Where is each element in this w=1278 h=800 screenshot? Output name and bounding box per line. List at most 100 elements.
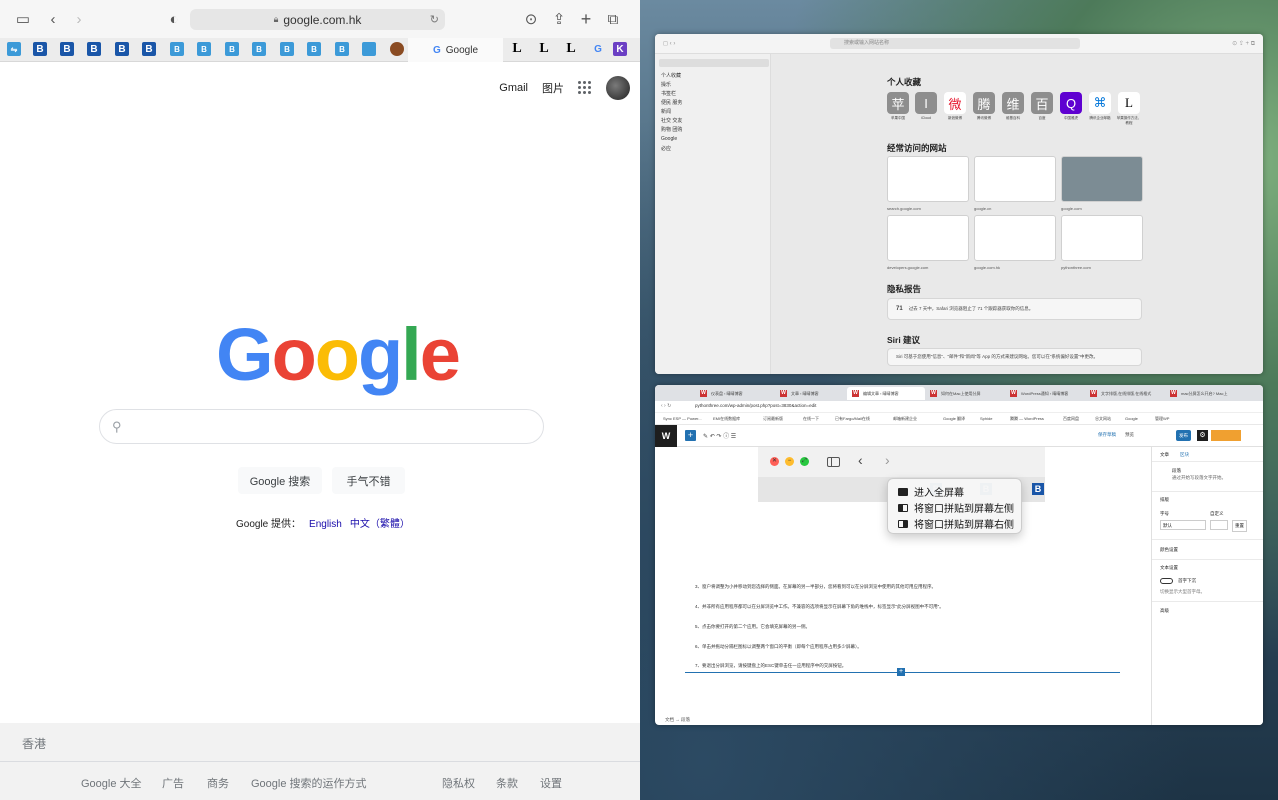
fav-tile[interactable]: 维 — [1002, 92, 1024, 114]
breadcrumb[interactable]: 文档 → 段落 — [665, 717, 690, 723]
back-icon[interactable]: ‹ — [44, 10, 62, 28]
footer-link[interactable]: 设置 — [540, 775, 562, 791]
frequent-thumb[interactable] — [974, 156, 1056, 202]
fav-b[interactable]: B — [280, 42, 294, 56]
fav-b[interactable]: B — [60, 42, 74, 56]
frequent-thumb[interactable] — [974, 215, 1056, 261]
window-controls-icon[interactable]: ◻ ‹ › — [663, 40, 675, 47]
frequent-thumb[interactable] — [1061, 156, 1143, 202]
fav-icon[interactable]: ⇋ — [7, 42, 21, 56]
wordpress-logo-icon[interactable]: W — [655, 425, 677, 447]
fav-tile[interactable]: ⌘ — [1089, 92, 1111, 114]
fav-b[interactable]: B — [142, 42, 156, 56]
publish-button[interactable]: 发布 — [1176, 430, 1191, 441]
bookmark[interactable]: Google — [1125, 416, 1138, 421]
fav-icon[interactable] — [362, 42, 376, 56]
toolbar-icons[interactable]: ⊙ ⇪ + ⧉ — [1232, 40, 1255, 48]
reload-icon[interactable]: ↻ — [430, 13, 439, 26]
search-input[interactable]: ⚲ — [99, 409, 544, 444]
text-settings-heading[interactable]: 文本设置 — [1160, 565, 1178, 571]
sidebar-item[interactable]: 个人收藏 — [661, 72, 681, 79]
nav-icons[interactable]: ‹ › ↻ — [661, 403, 671, 409]
feeling-lucky-button[interactable]: 手气不错 — [332, 467, 405, 494]
chrome-tab[interactable]: 文字排版,在线排版,在线格式 — [1085, 387, 1163, 400]
shield-icon[interactable]: ◐ — [165, 10, 183, 28]
new-tab-icon[interactable]: + — [577, 9, 595, 29]
bookmark[interactable]: 管理WP — [1155, 416, 1169, 422]
fav-tile[interactable]: 微 — [944, 92, 966, 114]
fav-b[interactable]: B — [252, 42, 266, 56]
custom-size-input[interactable] — [1210, 520, 1228, 530]
fav-tile[interactable]: I — [915, 92, 937, 114]
preview-link[interactable]: 预览 — [1125, 432, 1134, 438]
seo-badge[interactable] — [1211, 430, 1241, 441]
bookmark[interactable]: Sphide — [980, 416, 992, 421]
sidebar-item[interactable]: 购物 团购 — [661, 126, 682, 133]
fav-icon[interactable] — [390, 42, 404, 56]
typography-heading[interactable]: 排版 — [1160, 497, 1169, 503]
advanced-heading[interactable]: 高级 — [1160, 608, 1169, 614]
chrome-tab[interactable]: WordPress通知 ‹ 晴晴博客 — [1005, 387, 1085, 400]
forward-icon[interactable]: › — [70, 10, 88, 28]
address-bar[interactable]: 🔒︎ google.com.hk ↻ — [190, 9, 445, 30]
sidebar-item[interactable]: Google — [661, 136, 677, 142]
fav-tile[interactable]: 腾 — [973, 92, 995, 114]
fav-l[interactable]: L — [537, 41, 551, 56]
chrome-tab[interactable]: 文章 ‹ 晴晴博客 — [775, 387, 850, 400]
sidebar-item[interactable]: 社交 交友 — [661, 117, 682, 124]
bookmark[interactable]: 已有Fargo/Mail在线 — [835, 416, 870, 422]
footer-link[interactable]: 隐私权 — [442, 775, 475, 791]
footer-link[interactable]: 商务 — [207, 775, 229, 791]
fav-b[interactable]: B — [335, 42, 349, 56]
address-bar-small[interactable]: 搜索或输入网站名称 — [830, 38, 1080, 49]
sidebar-item[interactable]: 必应 — [661, 145, 671, 152]
add-block-button[interactable]: + — [685, 430, 696, 441]
gmail-link[interactable]: Gmail — [499, 82, 528, 94]
tab-block[interactable]: 区块 — [1180, 452, 1189, 458]
sidebar-item[interactable]: 便民 服务 — [661, 99, 682, 106]
apps-grid-icon[interactable] — [578, 81, 592, 95]
frequent-thumb[interactable] — [887, 215, 969, 261]
paragraph[interactable]: 3、窗户将调整为小并移动到您选择的侧面。在屏幕的另一半部分，您将看到可以在分屏浏… — [695, 584, 936, 590]
download-icon[interactable]: ⊙ — [522, 10, 540, 28]
frequent-thumb[interactable] — [887, 156, 969, 202]
sidebar-item[interactable]: 书签栏 — [661, 90, 676, 97]
fav-tile[interactable]: 苹 — [887, 92, 909, 114]
paragraph[interactable]: 5、点击你要打开的第二个应用。它会填充屏幕的另一侧。 — [695, 624, 810, 630]
bookmark[interactable]: Google 翻译 — [943, 416, 965, 422]
fav-b[interactable]: B — [115, 42, 129, 56]
fav-g[interactable]: G — [591, 42, 605, 56]
paragraph[interactable]: 7、要退出分屏浏览，请按键盘上的ESC键单击任一应用程序中的交屏按钮。 — [695, 663, 846, 669]
bookmark[interactable]: 在线一下 — [803, 416, 819, 422]
tab-overview-icon[interactable]: ⧉ — [604, 10, 622, 28]
images-link[interactable]: 图片 — [542, 80, 564, 96]
paragraph[interactable]: 4、并非所有应用程序都可以在分屏浏览中工作。不兼容的选项将显示在屏幕下角的堆栈中… — [695, 604, 944, 610]
fav-b[interactable]: B — [307, 42, 321, 56]
bookmark[interactable]: 百度网盘 — [1063, 416, 1079, 422]
chrome-url-bar[interactable]: ‹ › ↻ pythonthree.com/wp-admin/post.php?… — [655, 401, 1263, 413]
bookmark[interactable]: EMI在线数据库 — [713, 416, 740, 422]
fav-l[interactable]: L — [510, 41, 524, 56]
bookmark[interactable]: Sync ESP — Power... — [663, 416, 702, 421]
footer-link[interactable]: Google 大全 — [81, 775, 142, 791]
chrome-tab[interactable]: 仪表盘 ‹ 晴晴博客 — [695, 387, 775, 400]
fav-b[interactable]: B — [87, 42, 101, 56]
fav-l[interactable]: L — [564, 41, 578, 56]
fav-b[interactable]: B — [197, 42, 211, 56]
paragraph[interactable]: 6、单击并拖动分隔栏图标以调整两个窗口的平衡（即每个应用程序占用多少屏幕）。 — [695, 644, 862, 650]
dropcap-toggle[interactable] — [1160, 578, 1173, 584]
reset-button[interactable]: 重置 — [1232, 520, 1247, 532]
share-icon[interactable]: ⇪ — [550, 10, 568, 28]
footer-link[interactable]: 广告 — [162, 775, 184, 791]
fav-tile[interactable]: L — [1118, 92, 1140, 114]
tab-post[interactable]: 文章 — [1160, 452, 1169, 458]
sidebar-icon[interactable]: ▭ — [14, 10, 32, 28]
fav-k[interactable]: K — [613, 42, 627, 56]
bookmark[interactable]: 订阅最新版 — [763, 416, 783, 422]
insert-block-icon[interactable]: + — [897, 668, 905, 676]
bookmark[interactable]: 谷文网站 — [1095, 416, 1111, 422]
sidebar-item[interactable]: 新闻 — [661, 108, 671, 115]
chrome-tab[interactable]: mac分屏怎么开启? Mac上 — [1165, 387, 1245, 400]
save-draft-link[interactable]: 保存草稿 — [1098, 432, 1116, 438]
footer-link[interactable]: Google 搜索的运作方式 — [251, 775, 367, 791]
